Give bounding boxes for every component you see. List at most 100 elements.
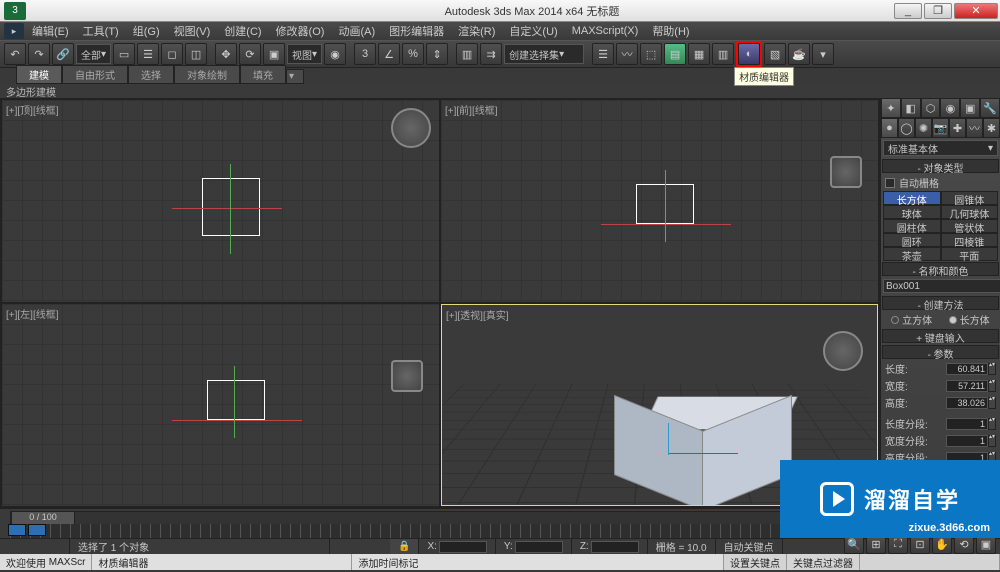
pivot-button[interactable]: ◉ xyxy=(324,43,346,65)
tab-populate[interactable]: 填充 xyxy=(240,65,286,84)
render-iterative-button[interactable]: ▧ xyxy=(764,43,786,65)
menu-help[interactable]: 帮助(H) xyxy=(646,21,695,41)
lights-icon[interactable]: ✺ xyxy=(915,118,932,138)
primitive-plane-button[interactable]: 平面 xyxy=(941,247,999,261)
menu-grapheditors[interactable]: 图形编辑器 xyxy=(383,21,450,41)
cameras-icon[interactable]: 📷 xyxy=(932,118,949,138)
menu-rendering[interactable]: 渲染(R) xyxy=(452,21,501,41)
cm-box-radio[interactable]: 长方体 xyxy=(960,316,990,327)
link-button[interactable]: 🔗 xyxy=(52,43,74,65)
render-button[interactable]: ☕ xyxy=(788,43,810,65)
select-object-button[interactable]: ▭ xyxy=(113,43,135,65)
menu-animation[interactable]: 动画(A) xyxy=(332,21,381,41)
viewport-top-label[interactable]: [+][顶][线框] xyxy=(6,102,59,117)
percent-snap-toggle[interactable]: % xyxy=(402,43,424,65)
primitive-tube-button[interactable]: 管状体 xyxy=(941,219,999,233)
menu-views[interactable]: 视图(V) xyxy=(168,21,217,41)
move-button[interactable]: ✥ xyxy=(215,43,237,65)
viewport-front-label[interactable]: [+][前][线框] xyxy=(445,102,498,117)
geometry-icon[interactable]: ● xyxy=(881,118,898,138)
autokey-button[interactable]: 自动关键点 xyxy=(716,539,783,554)
tab-display-icon[interactable]: ▣ xyxy=(960,98,980,118)
height-spinner[interactable]: ▴▾ xyxy=(988,397,996,409)
width-spinner[interactable]: ▴▾ xyxy=(988,380,996,392)
setkey-button[interactable]: 设置关键点 xyxy=(724,554,787,570)
menu-customize[interactable]: 自定义(U) xyxy=(503,21,563,41)
viewport-left[interactable]: [+][左][线框] xyxy=(2,304,439,506)
time-slider-handle[interactable]: 0 / 100 xyxy=(11,511,75,525)
select-byname-button[interactable]: ☰ xyxy=(137,43,159,65)
snap-toggle[interactable]: 3 xyxy=(354,43,376,65)
rollout-params[interactable]: - 参数 xyxy=(882,345,999,359)
primitive-teapot-button[interactable]: 茶壶 xyxy=(883,247,941,261)
minimize-button[interactable]: _ xyxy=(894,3,922,19)
render-production-button[interactable]: ▥ xyxy=(712,43,734,65)
ribbon-overflow[interactable]: ▾ xyxy=(286,69,304,84)
rotate-button[interactable]: ⟳ xyxy=(239,43,261,65)
systems-icon[interactable]: ✱ xyxy=(983,118,1000,138)
align-button[interactable]: ⇉ xyxy=(480,43,502,65)
primitive-cone-button[interactable]: 圆锥体 xyxy=(941,191,999,205)
undo-button[interactable]: ↶ xyxy=(4,43,26,65)
category-dropdown[interactable]: 标准基本体▾ xyxy=(883,140,998,156)
menu-modifiers[interactable]: 修改器(O) xyxy=(270,21,331,41)
menu-maxscript[interactable]: MAXScript(X) xyxy=(566,23,645,39)
layer-manager-button[interactable]: ☰ xyxy=(592,43,614,65)
tab-modify-icon[interactable]: ◧ xyxy=(901,98,921,118)
selection-lock-icon[interactable]: 🔒 xyxy=(390,539,419,554)
schematic-view-button[interactable]: ⬚ xyxy=(640,43,662,65)
viewcube-front[interactable] xyxy=(830,156,862,188)
render-setup-button[interactable]: ▤ xyxy=(664,43,686,65)
viewport-perspective-label[interactable]: [+][透视][真实] xyxy=(446,307,509,322)
spinner-snap-toggle[interactable]: ⇕ xyxy=(426,43,448,65)
width-input[interactable] xyxy=(946,380,988,392)
viewport-front[interactable]: [+][前][线框] xyxy=(441,100,878,302)
rollout-createmethod[interactable]: - 创建方法 xyxy=(882,296,999,310)
tab-hierarchy-icon[interactable]: ⬡ xyxy=(921,98,941,118)
shapes-icon[interactable]: ◯ xyxy=(898,118,915,138)
refcoord-dropdown[interactable]: 视图 ▾ xyxy=(287,44,322,64)
angle-snap-toggle[interactable]: ∠ xyxy=(378,43,400,65)
select-rect-button[interactable]: ◻ xyxy=(161,43,183,65)
tab-modeling[interactable]: 建模 xyxy=(16,65,62,84)
primitive-box-button[interactable]: 长方体 xyxy=(883,191,941,205)
rollout-objtype[interactable]: - 对象类型 xyxy=(882,159,999,173)
primitive-geosphere-button[interactable]: 几何球体 xyxy=(941,205,999,219)
height-input[interactable] xyxy=(946,397,988,409)
menu-edit[interactable]: 编辑(E) xyxy=(26,21,75,41)
wsegs-input[interactable] xyxy=(946,435,988,447)
keyfilter-button[interactable]: 关键点过滤器 xyxy=(787,554,860,570)
viewport-left-label[interactable]: [+][左][线框] xyxy=(6,306,59,321)
menu-group[interactable]: 组(G) xyxy=(127,21,166,41)
window-crossing-button[interactable]: ◫ xyxy=(185,43,207,65)
helpers-icon[interactable]: ✚ xyxy=(949,118,966,138)
coord-x-input[interactable] xyxy=(439,541,487,553)
tab-create-icon[interactable]: ✦ xyxy=(881,98,901,118)
render-preset-button[interactable]: ▾ xyxy=(812,43,834,65)
rendered-frame-button[interactable]: ▦ xyxy=(688,43,710,65)
track-bar-buttons[interactable] xyxy=(8,524,46,536)
primitive-cylinder-button[interactable]: 圆柱体 xyxy=(883,219,941,233)
material-editor-button[interactable]: ◐ xyxy=(738,43,760,65)
length-spinner[interactable]: ▴▾ xyxy=(988,363,996,375)
object-name-input[interactable] xyxy=(883,279,1000,293)
primitive-torus-button[interactable]: 圆环 xyxy=(883,233,941,247)
viewport-top[interactable]: [+][顶][线框] xyxy=(2,100,439,302)
script-listener-label[interactable]: MAXScr xyxy=(49,557,86,568)
maximize-button[interactable]: ❐ xyxy=(924,3,952,19)
rollout-namecolor[interactable]: - 名称和颜色 xyxy=(882,262,999,276)
menu-create[interactable]: 创建(C) xyxy=(218,21,267,41)
tab-objectpaint[interactable]: 对象绘制 xyxy=(174,65,240,84)
viewcube-left[interactable] xyxy=(391,360,423,392)
wsegs-spinner[interactable]: ▴▾ xyxy=(988,435,996,447)
tab-freeform[interactable]: 自由形式 xyxy=(62,65,128,84)
primitive-sphere-button[interactable]: 球体 xyxy=(883,205,941,219)
mirror-button[interactable]: ▥ xyxy=(456,43,478,65)
named-selection-dropdown[interactable]: 创建选择集 ▾ xyxy=(504,44,584,64)
cm-cube-radio[interactable]: 立方体 xyxy=(902,316,932,327)
primitive-pyramid-button[interactable]: 四棱锥 xyxy=(941,233,999,247)
tab-selection[interactable]: 选择 xyxy=(128,65,174,84)
autogrid-checkbox[interactable] xyxy=(885,178,895,188)
rollout-keyboard[interactable]: + 键盘输入 xyxy=(882,329,999,343)
coord-z-input[interactable] xyxy=(591,541,639,553)
